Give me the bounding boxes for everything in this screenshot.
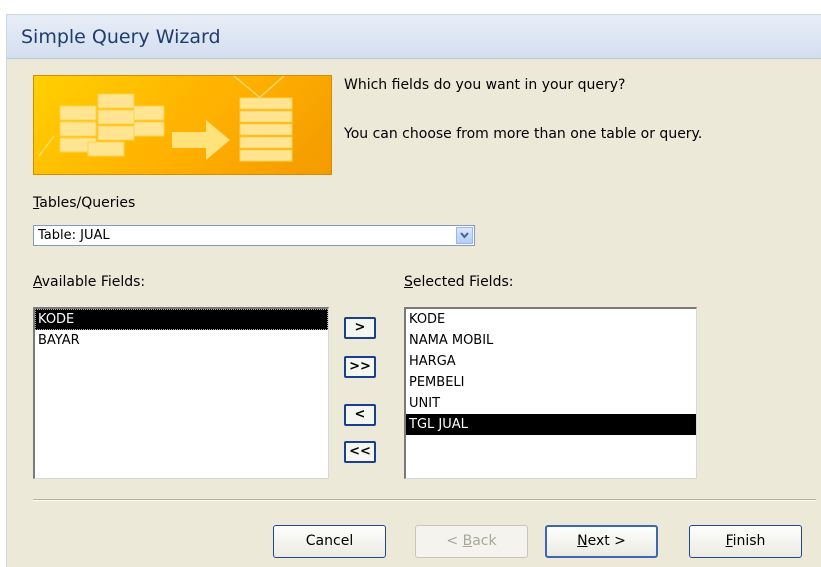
hint-text: You can choose from more than one table …: [344, 126, 703, 142]
list-item[interactable]: NAMA MOBIL: [406, 330, 696, 351]
list-item[interactable]: BAYAR: [35, 330, 328, 351]
list-item[interactable]: KODE: [406, 309, 696, 330]
footer-divider: [33, 499, 816, 501]
remove-all-fields-button[interactable]: <<: [344, 441, 376, 463]
available-label-rest: vailable Fields:: [41, 274, 146, 290]
next-button[interactable]: Next >: [545, 525, 658, 558]
available-fields-label: Available Fields:: [33, 274, 145, 290]
available-hotkey: A: [33, 274, 42, 290]
next-rest: ext >: [587, 533, 626, 549]
back-rest: ack: [472, 533, 497, 549]
finish-hotkey: F: [725, 533, 733, 549]
tables-to-query-icon: [38, 76, 293, 162]
chevron-down-icon: [460, 232, 469, 239]
wizard-dialog: Simple Query Wizard Which fields do you …: [6, 14, 821, 567]
selected-label-rest: elected Fields:: [412, 274, 514, 290]
finish-button[interactable]: Finish: [689, 525, 802, 558]
back-button[interactable]: < Back: [415, 525, 528, 558]
add-all-fields-button[interactable]: >>: [344, 356, 376, 378]
selected-fields-label: Selected Fields:: [404, 274, 513, 290]
tables-queries-dropdown[interactable]: Table: JUAL: [33, 225, 475, 246]
list-item[interactable]: KODE: [35, 309, 328, 330]
question-text: Which fields do you want in your query?: [344, 77, 626, 93]
tables-label-rest: ables/Queries: [39, 195, 136, 211]
window-title: Simple Query Wizard: [21, 26, 221, 48]
cancel-button[interactable]: Cancel: [273, 525, 386, 558]
list-item[interactable]: UNIT: [406, 393, 696, 414]
title-bar: Simple Query Wizard: [7, 15, 821, 59]
tables-queries-label: Tables/Queries: [33, 195, 135, 211]
list-item[interactable]: PEMBELI: [406, 372, 696, 393]
back-prefix: <: [446, 533, 463, 549]
list-item[interactable]: TGL JUAL: [406, 414, 696, 435]
remove-field-button[interactable]: <: [344, 404, 376, 426]
wizard-banner-image: [33, 75, 332, 175]
back-hotkey: B: [462, 533, 473, 549]
selected-fields-list[interactable]: KODE NAMA MOBIL HARGA PEMBELI UNIT TGL JUAL: [404, 307, 697, 479]
tables-queries-value: Table: JUAL: [38, 228, 110, 243]
add-field-button[interactable]: >: [344, 317, 376, 339]
finish-rest: inish: [732, 533, 766, 549]
next-hotkey: N: [577, 533, 588, 549]
list-item[interactable]: HARGA: [406, 351, 696, 372]
dropdown-button[interactable]: [456, 227, 473, 244]
available-fields-list[interactable]: KODE BAYAR: [33, 307, 329, 479]
selected-hotkey: S: [404, 274, 413, 290]
